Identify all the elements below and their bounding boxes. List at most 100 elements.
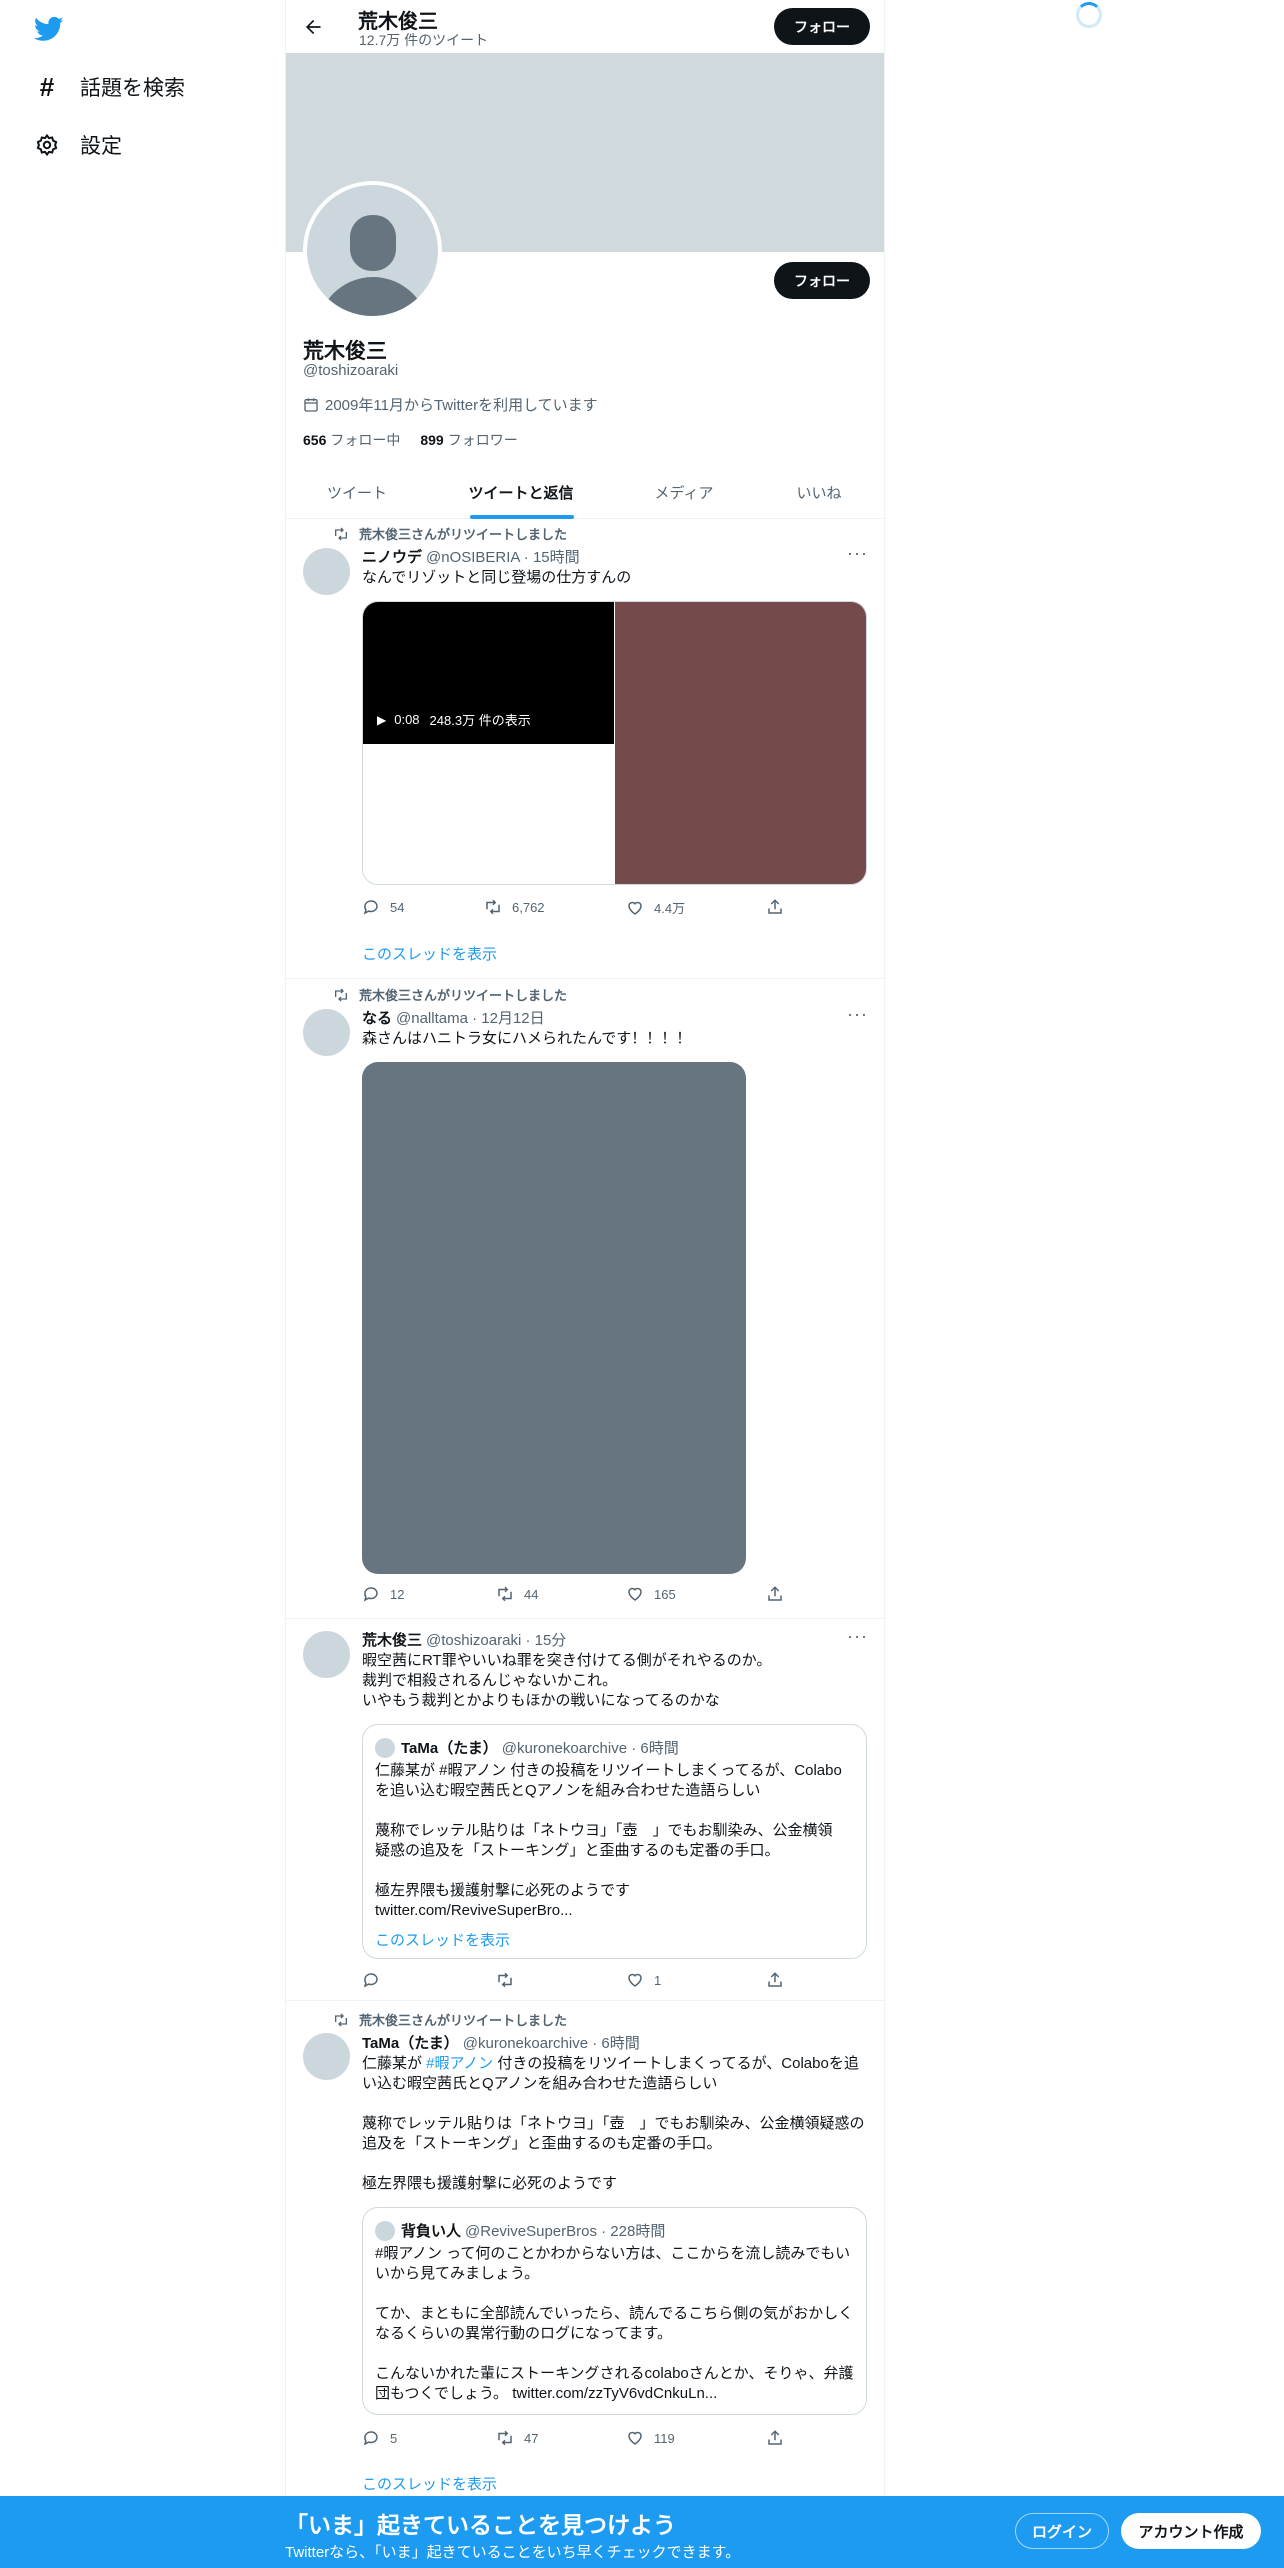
nav-explore-label: 話題を検索	[80, 77, 185, 100]
tab-likes[interactable]: いいね	[754, 466, 884, 519]
share-button[interactable]	[766, 2429, 794, 2447]
profile-joined-text: 2009年11月からTwitterを利用しています	[325, 397, 598, 414]
profile-name: 荒木俊三	[303, 340, 387, 363]
tweet-author-handle[interactable]: @nOSIBERIA · 15時間	[426, 546, 580, 567]
signup-prompt-title: 「いま」起きていることを見つけよう	[285, 2512, 676, 2538]
reply-icon	[363, 900, 378, 915]
calendar-icon	[303, 397, 319, 413]
share-icon	[768, 1586, 782, 1601]
retweet-indicator: 荒木俊三さんがリツイートしました	[333, 524, 567, 543]
back-arrow-icon[interactable]	[298, 12, 328, 42]
quoted-tweet[interactable]: 背負い人 @ReviveSuperBros · 228時間 #暇アノン って何の…	[362, 2207, 867, 2415]
tweet-text: 森さんはハニトラ女にハメられたんです！！！！	[362, 1030, 692, 1047]
tweet-author-handle[interactable]: @nalltama · 12月12日	[396, 1007, 545, 1028]
hashtag-link[interactable]: #暇アノン	[426, 2055, 493, 2072]
share-button[interactable]	[766, 1585, 794, 1603]
tweet-card[interactable]: 荒木俊三さんがリツイートしました TaMa（たま） @kuronekoarchi…	[286, 2001, 884, 2501]
reply-button[interactable]: 12	[362, 1585, 404, 1603]
video-duration: 0:08	[394, 712, 420, 727]
retweet-icon	[498, 1586, 512, 1602]
profile-header-bar: 荒木俊三 12.7万 件のツイート フォロー	[286, 0, 884, 53]
tweet-author-name[interactable]: TaMa（たま）	[362, 2032, 459, 2053]
avatar[interactable]	[303, 548, 350, 595]
retweet-icon	[335, 988, 347, 1001]
retweet-button[interactable]: 6,762	[484, 898, 545, 916]
quoted-tweet-text: #暇アノン って何のことかわからない方は、ここからを流し読みでもい いから見てみ…	[375, 2245, 854, 2402]
tweet-media[interactable]	[362, 1062, 746, 1574]
tweet-author-name[interactable]: 荒木俊三	[362, 1629, 422, 1650]
heart-icon	[628, 2431, 642, 2445]
tweet-header: ニノウデ @nOSIBERIA · 15時間	[362, 546, 580, 567]
more-options-icon[interactable]: ···	[847, 1626, 868, 1647]
profile-follow-button[interactable]: フォロー	[774, 262, 870, 299]
like-button[interactable]: 165	[626, 1585, 676, 1603]
share-icon	[768, 899, 782, 914]
following-label: フォロー中	[330, 432, 401, 448]
like-button[interactable]: 4.4万	[626, 898, 685, 917]
retweet-button[interactable]: 47	[496, 2429, 538, 2447]
retweet-indicator: 荒木俊三さんがリツイートしました	[333, 985, 567, 1004]
avatar[interactable]	[303, 1009, 350, 1056]
share-button[interactable]	[766, 898, 794, 916]
reply-button[interactable]: 54	[362, 898, 404, 916]
tweet-author-handle[interactable]: @toshizoaraki · 15分	[426, 1629, 566, 1650]
tab-media-label: メディア	[654, 485, 714, 502]
tweet-text-part: 仁藤某が	[362, 2055, 427, 2072]
tweet-text: なんでリゾットと同じ登場の仕方すんの	[362, 569, 632, 586]
like-button[interactable]: 119	[626, 2429, 675, 2447]
media-image[interactable]	[615, 602, 866, 884]
tweet-card[interactable]: 荒木俊三さんがリツイートしました ニノウデ @nOSIBERIA · 15時間 …	[286, 519, 884, 979]
login-button[interactable]: ログイン	[1015, 2513, 1109, 2549]
retweet-count: 47	[524, 2430, 539, 2446]
followers-stat[interactable]: 899 フォロワー	[420, 430, 517, 450]
tweet-author-handle[interactable]: @kuronekoarchive · 6時間	[463, 2032, 640, 2053]
header-follow-button[interactable]: フォロー	[774, 8, 870, 45]
twitter-logo-icon[interactable]	[33, 14, 64, 44]
profile-joined: 2009年11月からTwitterを利用しています	[303, 394, 598, 415]
following-stat[interactable]: 656 フォロー中	[303, 430, 400, 450]
retweet-count: 6,762	[512, 899, 545, 915]
profile-avatar[interactable]	[303, 181, 442, 320]
share-button[interactable]	[766, 1971, 794, 1989]
play-icon: ▶	[377, 712, 387, 727]
followers-label: フォロワー	[447, 432, 518, 448]
reply-button[interactable]: 5	[362, 2429, 397, 2447]
like-button[interactable]: 1	[626, 1971, 661, 1989]
retweet-button[interactable]: 44	[496, 1585, 538, 1603]
more-options-icon[interactable]: ···	[847, 1004, 868, 1025]
tweet-card[interactable]: 荒木俊三さんがリツイートしました なる @nalltama · 12月12日 ·…	[286, 979, 884, 1619]
heart-icon	[628, 1973, 642, 1987]
share-icon	[768, 1972, 782, 1987]
tweet-card[interactable]: 荒木俊三 @toshizoaraki · 15分 ··· 暇空茜にRT罪やいいね…	[286, 1619, 884, 2001]
show-thread-link[interactable]: このスレッドを表示	[362, 2473, 497, 2494]
tab-tweets-and-replies-label: ツイートと返信	[468, 485, 574, 502]
retweet-button[interactable]	[496, 1971, 524, 1989]
tweet-author-name[interactable]: なる	[362, 1007, 392, 1028]
reply-count: 5	[390, 2430, 398, 2446]
quoted-tweet[interactable]: TaMa（たま） @kuronekoarchive · 6時間 仁藤某が #暇ア…	[362, 1724, 867, 1959]
nav-explore[interactable]: # 話題を検索	[34, 72, 185, 102]
retweet-count: 44	[524, 1586, 539, 1602]
show-thread-link[interactable]: このスレッドを表示	[375, 1929, 510, 1950]
nav-settings[interactable]: 設定	[34, 130, 122, 160]
app-root: # 話題を検索 設定 荒木俊三 12.7万 件のツイート フォロー フォロー 荒…	[0, 0, 1284, 2568]
tweet-actions: 5 47 119	[362, 2429, 782, 2449]
show-thread-link[interactable]: このスレッドを表示	[362, 943, 497, 964]
nav-settings-label: 設定	[80, 135, 122, 158]
default-avatar-icon	[307, 185, 438, 316]
avatar[interactable]	[303, 2033, 350, 2080]
avatar[interactable]	[303, 1631, 350, 1678]
quoted-author-handle: @kuronekoarchive · 6時間	[501, 1740, 679, 1757]
reply-button[interactable]	[362, 1971, 390, 1989]
media-image[interactable]	[363, 744, 614, 884]
tweet-media[interactable]: ▶ 0:08 248.3万 件の表示	[362, 601, 867, 885]
tab-tweets-and-replies[interactable]: ツイートと返信	[428, 466, 614, 519]
like-count: 4.4万	[654, 901, 686, 916]
signup-button[interactable]: アカウント作成	[1121, 2513, 1261, 2549]
tweet-text: 暇空茜にRT罪やいいね罪を突き付けてる側がそれやるのか。 裁判で相殺されるんじゃ…	[362, 1652, 772, 1709]
tab-tweets-label: ツイート	[326, 485, 387, 502]
tab-tweets[interactable]: ツイート	[286, 466, 428, 519]
tab-media[interactable]: メディア	[614, 466, 754, 519]
more-options-icon[interactable]: ···	[847, 543, 868, 564]
tweet-author-name[interactable]: ニノウデ	[362, 546, 422, 567]
